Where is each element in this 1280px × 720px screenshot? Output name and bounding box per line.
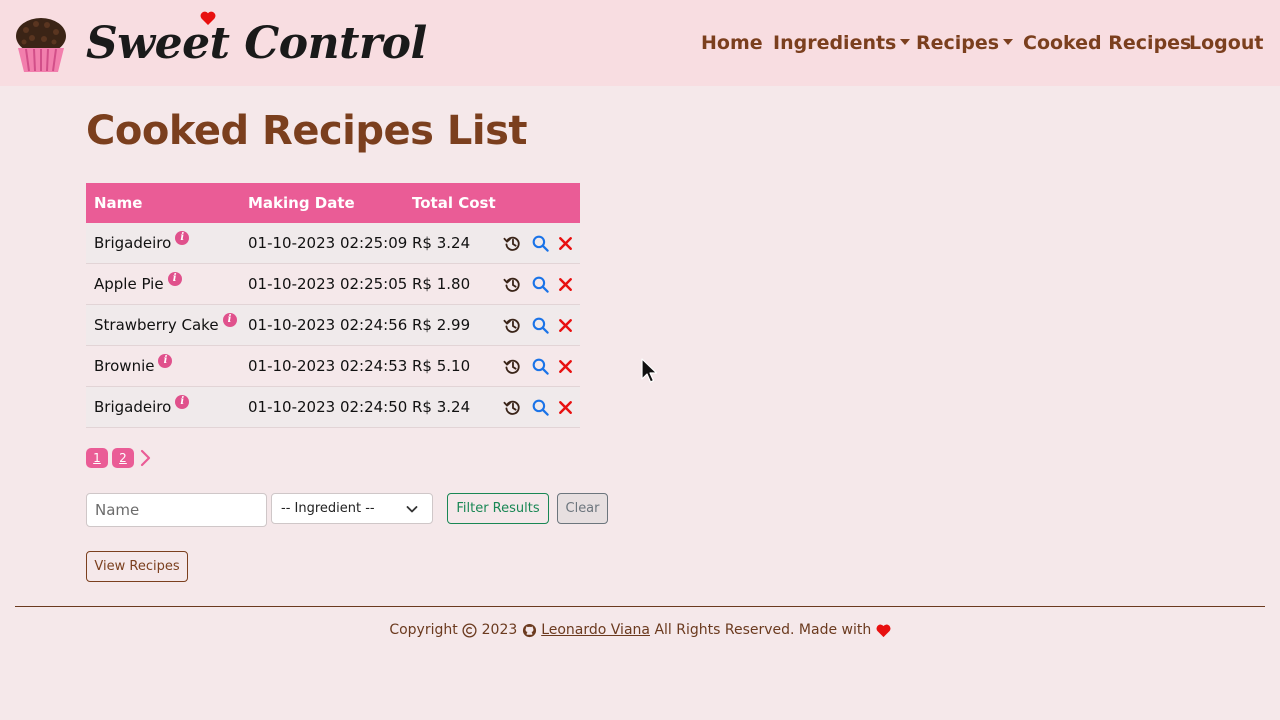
making-date-cell: 01-10-2023 02:25:09: [248, 234, 408, 252]
ingredient-select-value: -- Ingredient --: [281, 501, 375, 516]
nav-cooked-recipes[interactable]: Cooked Recipes: [1023, 30, 1191, 56]
close-icon[interactable]: [556, 398, 575, 417]
search-icon[interactable]: [531, 357, 550, 376]
nav-ingredients-dropdown[interactable]: Ingredients: [773, 30, 911, 56]
total-cost-cell: R$ 3.24: [412, 398, 471, 416]
making-date-cell: 01-10-2023 02:25:05: [248, 275, 408, 293]
close-icon[interactable]: [556, 316, 575, 335]
table-row: Strawberry Cake i 01-10-2023 02:24:56 R$ 2.…: [86, 305, 580, 346]
search-icon[interactable]: [531, 316, 550, 335]
name-filter-input[interactable]: [86, 493, 267, 527]
recipe-name-cell: Apple Pie i: [94, 264, 182, 304]
table-header: Name Making Date Total Cost: [86, 183, 580, 223]
total-cost-cell: R$ 2.99: [412, 316, 471, 334]
search-icon[interactable]: [531, 398, 550, 417]
table-row: Brigadeiro i 01-10-2023 02:25:09 R$ 3.24: [86, 223, 580, 264]
filter-results-button[interactable]: Filter Results: [447, 493, 549, 524]
copyright-year: 2023: [481, 622, 518, 638]
caret-down-icon: [900, 39, 911, 45]
recipe-name: Brownie: [94, 357, 155, 375]
recipe-name: Strawberry Cake: [94, 316, 219, 334]
page-1-button[interactable]: 1: [86, 448, 108, 468]
page-2-button[interactable]: 2: [112, 448, 134, 468]
table-row: Brownie i 01-10-2023 02:24:53 R$ 5.10: [86, 346, 580, 387]
close-icon[interactable]: [556, 357, 575, 376]
recipe-name-cell: Brigadeiro i: [94, 223, 190, 263]
making-date-cell: 01-10-2023 02:24:50: [248, 398, 408, 416]
info-icon[interactable]: i: [158, 354, 173, 368]
view-recipes-button[interactable]: View Recipes: [86, 551, 188, 582]
column-header-total-cost: Total Cost: [412, 194, 496, 212]
recipe-name: Brigadeiro: [94, 234, 172, 252]
search-icon[interactable]: [531, 275, 550, 294]
footer: Copyright 2023 Leonardo Viana All Rights…: [0, 620, 1280, 640]
close-icon[interactable]: [556, 234, 575, 253]
total-cost-cell: R$ 5.10: [412, 357, 471, 375]
column-header-making-date: Making Date: [248, 194, 355, 212]
nav-links: Home Ingredients Recipes Cooked Recipes …: [0, 30, 1280, 56]
history-icon[interactable]: [503, 275, 522, 294]
table-body: Brigadeiro i 01-10-2023 02:25:09 R$ 3.24 App…: [86, 223, 580, 428]
cooked-recipes-table: Name Making Date Total Cost Brigadeiro i 0…: [86, 183, 580, 428]
nav-recipes-dropdown[interactable]: Recipes: [916, 30, 1014, 56]
making-date-cell: 01-10-2023 02:24:56: [248, 316, 408, 334]
recipe-name-cell: Brigadeiro i: [94, 387, 190, 427]
table-row: Brigadeiro i 01-10-2023 02:24:50 R$ 3.24: [86, 387, 580, 428]
total-cost-cell: R$ 1.80: [412, 275, 471, 293]
total-cost-cell: R$ 3.24: [412, 234, 471, 252]
nav-home[interactable]: Home: [701, 30, 763, 56]
recipe-name-cell: Strawberry Cake i: [94, 305, 237, 345]
caret-down-icon: [1003, 39, 1014, 45]
rights-text: All Rights Reserved. Made with: [654, 622, 872, 638]
heart-icon: [876, 624, 891, 637]
history-icon[interactable]: [503, 234, 522, 253]
column-header-name: Name: [94, 194, 143, 212]
mouse-cursor-icon: [641, 358, 658, 383]
recipe-name: Apple Pie: [94, 275, 164, 293]
footer-divider: [15, 606, 1265, 607]
chevron-down-icon: [406, 506, 418, 513]
history-icon[interactable]: [503, 398, 522, 417]
recipe-name: Brigadeiro: [94, 398, 172, 416]
info-icon[interactable]: i: [167, 272, 182, 286]
nav-logout[interactable]: Logout: [1189, 30, 1263, 56]
nav-ingredients-label: Ingredients: [773, 32, 897, 54]
making-date-cell: 01-10-2023 02:24:53: [248, 357, 408, 375]
clear-button[interactable]: Clear: [557, 493, 608, 524]
chevron-right-icon[interactable]: [138, 448, 152, 468]
copyright-label: Copyright: [389, 622, 458, 638]
github-icon: [522, 623, 536, 637]
close-icon[interactable]: [556, 275, 575, 294]
ingredient-select[interactable]: -- Ingredient --: [271, 493, 433, 524]
page-title: Cooked Recipes List: [86, 108, 528, 154]
author-link[interactable]: Leonardo Viana: [541, 622, 650, 638]
info-icon[interactable]: i: [175, 231, 190, 245]
navbar: Sweet Control Home Ingredients Recipes C…: [0, 0, 1280, 86]
history-icon[interactable]: [503, 357, 522, 376]
nav-recipes-label: Recipes: [916, 32, 1000, 54]
info-icon[interactable]: i: [175, 395, 190, 409]
history-icon[interactable]: [503, 316, 522, 335]
info-icon[interactable]: i: [222, 313, 237, 327]
copyright-icon: [462, 622, 477, 638]
table-row: Apple Pie i 01-10-2023 02:25:05 R$ 1.80: [86, 264, 580, 305]
recipe-name-cell: Brownie i: [94, 346, 173, 386]
search-icon[interactable]: [531, 234, 550, 253]
heart-icon: [200, 11, 216, 25]
